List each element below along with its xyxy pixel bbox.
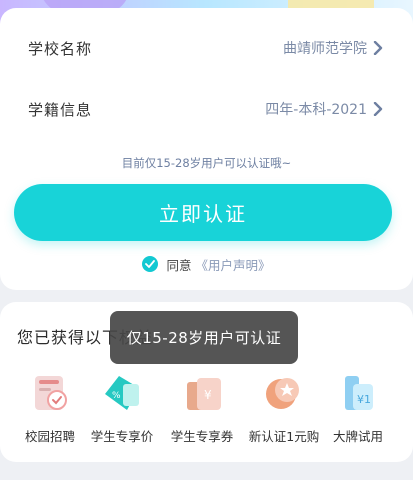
benefit-label: 大牌试用 [332, 429, 383, 444]
agree-text: 同意 [166, 257, 192, 273]
student-price-icon: % [99, 370, 145, 416]
user-statement-link[interactable]: 《用户声明》 [196, 255, 271, 274]
svg-text:¥: ¥ [204, 388, 212, 402]
benefit-student-coupon[interactable]: ¥ 学生专享券 [162, 370, 242, 445]
student-coupon-icon: ¥ [179, 370, 225, 416]
benefit-label: 新认证1元购 [248, 429, 320, 444]
agreement-row: 同意 《用户声明》 [0, 254, 413, 274]
school-label: 学校名称 [28, 39, 93, 58]
school-value-text: 曲靖师范学院 [283, 41, 367, 57]
student-status-value[interactable]: 四年-本科-2021 [265, 99, 383, 119]
brand-trial-icon: ¥1 [335, 370, 381, 416]
benefit-label: 学生专享价 [90, 429, 154, 444]
student-status-row[interactable]: 学籍信息 四年-本科-2021 [28, 94, 383, 124]
student-status-value-text: 四年-本科-2021 [265, 102, 367, 118]
verify-now-button[interactable]: 立即认证 [14, 184, 392, 241]
age-restriction-toast: 仅15-28岁用户可认证 [110, 311, 298, 364]
school-row[interactable]: 学校名称 曲靖师范学院 [28, 33, 383, 63]
age-hint: 目前仅15-28岁用户可以认证哦~ [121, 156, 292, 170]
benefit-label: 学生专享券 [170, 429, 234, 444]
benefit-brand-trial[interactable]: ¥1 大牌试用 [318, 370, 398, 445]
campus-recruit-icon [27, 370, 73, 416]
agree-checkbox[interactable] [142, 256, 159, 272]
student-status-label: 学籍信息 [28, 100, 93, 119]
verification-form-card: 学校名称 曲靖师范学院 学籍信息 四年-本科-2021 目前仅15-28岁用户可… [0, 8, 413, 290]
school-value[interactable]: 曲靖师范学院 [283, 38, 383, 58]
svg-text:%: % [112, 391, 121, 401]
checkmark-icon [145, 260, 156, 268]
benefit-student-price[interactable]: % 学生专享价 [82, 370, 162, 445]
benefit-label: 校园招聘 [24, 429, 75, 444]
chevron-right-icon [373, 102, 383, 116]
one-yuan-icon [261, 370, 307, 416]
benefit-one-yuan[interactable]: 新认证1元购 [244, 370, 324, 445]
svg-text:¥1: ¥1 [357, 393, 371, 406]
benefit-campus-recruit[interactable]: 校园招聘 [10, 370, 90, 445]
chevron-right-icon [373, 41, 383, 55]
